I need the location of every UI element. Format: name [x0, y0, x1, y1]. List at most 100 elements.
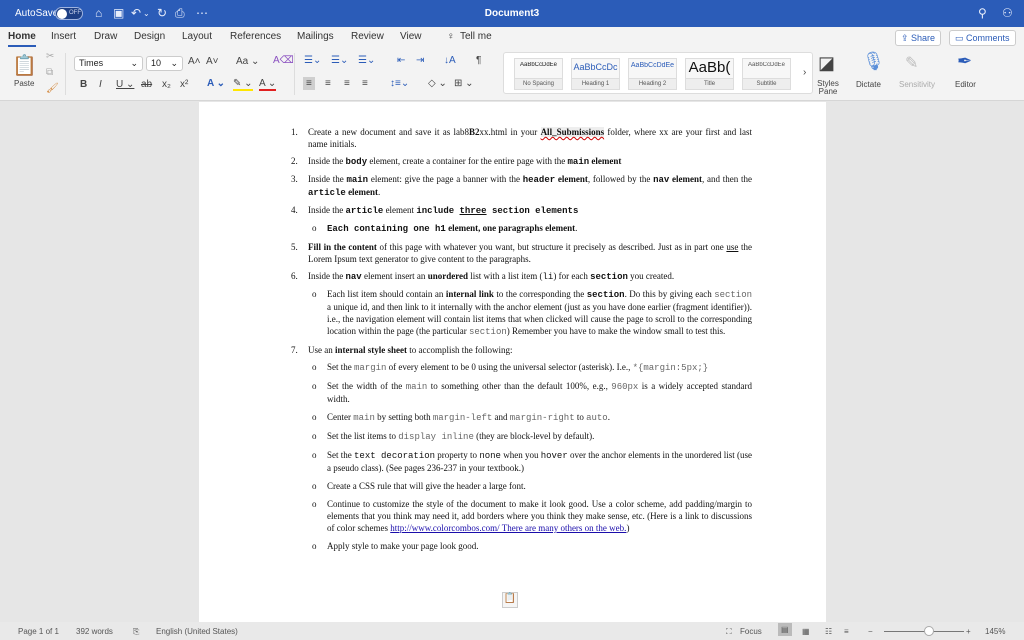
document-page[interactable]: 1. Create a new document and save it as l… — [199, 102, 826, 622]
text-run: header — [522, 175, 556, 185]
proofing-icon[interactable]: ⎘ — [133, 627, 139, 637]
style-subtitle[interactable]: AaBbCcDdEe Subtitle — [742, 58, 791, 90]
sort-icon[interactable]: ↓A — [444, 55, 456, 66]
page-count[interactable]: Page 1 of 1 — [18, 627, 59, 636]
link[interactable]: http://www.colorcombos.com/ There are ma… — [390, 523, 626, 533]
web-layout-icon[interactable]: ▦ — [802, 627, 810, 636]
zoom-level[interactable]: 145% — [985, 627, 1005, 636]
styles-pane-label[interactable]: Styles Pane — [816, 80, 840, 96]
tab-design[interactable]: Design — [134, 31, 165, 42]
language[interactable]: English (United States) — [156, 627, 238, 636]
style-no-spacing[interactable]: AaBbCcDdEe No Spacing — [514, 58, 563, 90]
tab-insert[interactable]: Insert — [51, 31, 76, 42]
strikethrough-icon[interactable]: ab — [141, 79, 152, 90]
borders-icon[interactable]: ⊞ ⌄ — [454, 78, 474, 89]
highlight-icon[interactable]: ✎ ⌄ — [233, 78, 253, 91]
sensitivity-label[interactable]: Sensitivity — [899, 80, 935, 89]
font-size-select[interactable]: 10 ⌄ — [146, 56, 183, 71]
text-run: main — [346, 175, 369, 185]
text-run: element — [589, 156, 622, 166]
tab-draw[interactable]: Draw — [94, 31, 117, 42]
align-right-icon[interactable]: ≡ — [344, 78, 350, 89]
tab-home[interactable]: Home — [8, 31, 36, 47]
text-run: internal style sheet — [335, 345, 407, 355]
comments-button[interactable]: ▭ Comments — [949, 30, 1016, 46]
text-run: B2 — [469, 127, 480, 137]
font-color-icon[interactable]: A ⌄ — [259, 78, 277, 91]
text-run: Set the — [327, 450, 355, 460]
focus-icon[interactable]: ⛶ — [726, 627, 732, 637]
tab-tell-me[interactable]: Tell me — [460, 31, 492, 42]
print-layout-icon[interactable]: ▤ — [778, 623, 792, 636]
align-center-icon[interactable]: ≡ — [325, 78, 331, 89]
numbering-icon[interactable]: ☰⌄ — [331, 55, 348, 66]
list-item: 3. Inside the main element: give the page… — [291, 173, 752, 199]
editor-label[interactable]: Editor — [955, 80, 976, 89]
bullet-icon: o — [312, 381, 317, 391]
copy-icon[interactable]: ⧉ — [46, 67, 53, 78]
styles-next-icon[interactable]: › — [803, 67, 806, 78]
text-effects-icon[interactable]: A ⌄ — [207, 78, 225, 89]
word-count[interactable]: 392 words — [76, 627, 113, 636]
paste-label[interactable]: Paste — [14, 79, 34, 88]
list-item: 4. Inside the article element include thr… — [291, 204, 752, 217]
align-left-icon[interactable]: ≡ — [303, 77, 315, 90]
item-number: 5. — [291, 242, 298, 252]
italic-icon[interactable]: I — [99, 79, 102, 90]
justify-icon[interactable]: ≡ — [362, 78, 368, 89]
ribbon: 📋 Paste ✂ ⧉ 🖌 Times ⌄ 10 ⌄ A˄ A˅ Aa ⌄ A⌫ B… — [0, 47, 1024, 101]
text-run: margin — [354, 363, 387, 373]
style-title[interactable]: AaBb(Title — [685, 58, 734, 90]
outline-icon[interactable]: ☷ — [825, 627, 832, 636]
style-name: Title — [686, 78, 733, 89]
clear-formatting-icon[interactable]: A⌫ — [273, 55, 294, 66]
collaborate-icon[interactable]: ⚇ — [1002, 6, 1013, 20]
paste-icon[interactable]: 📋 — [12, 53, 37, 78]
tab-review[interactable]: Review — [351, 31, 384, 42]
sensitivity-icon[interactable]: ✎ — [905, 53, 918, 73]
bullets-icon[interactable]: ☰⌄ — [304, 55, 321, 66]
increase-indent-icon[interactable]: ⇥ — [416, 55, 424, 66]
paste-options-icon[interactable]: 📋 — [502, 592, 518, 608]
tab-mailings[interactable]: Mailings — [297, 31, 334, 42]
font-name-select[interactable]: Times ⌄ — [74, 56, 143, 71]
underline-icon[interactable]: U ⌄ — [116, 79, 134, 90]
change-case-icon[interactable]: Aa ⌄ — [236, 56, 259, 67]
focus-button[interactable]: Focus — [740, 627, 762, 636]
bullet-icon: o — [312, 541, 317, 551]
microphone-icon[interactable]: 🎙 — [862, 51, 885, 72]
multilevel-list-icon[interactable]: ☰⌄ — [358, 55, 375, 66]
style-heading-1[interactable]: AaBbCcDc Heading 1 — [571, 58, 620, 90]
document-body[interactable]: 1. Create a new document and save it as l… — [291, 126, 752, 558]
text-run: when you — [500, 450, 541, 460]
bold-icon[interactable]: B — [80, 79, 87, 90]
line-spacing-icon[interactable]: ↕≡⌄ — [390, 78, 409, 89]
tab-references[interactable]: References — [230, 31, 281, 42]
cut-icon[interactable]: ✂ — [46, 51, 54, 62]
style-heading-2[interactable]: AaBbCcDdEe Heading 2 — [628, 58, 677, 90]
text-run: text decoration — [354, 451, 436, 461]
dictate-label[interactable]: Dictate — [856, 80, 881, 89]
item-number: 1. — [291, 127, 298, 137]
draft-icon[interactable]: ≡ — [844, 627, 849, 636]
tab-layout[interactable]: Layout — [182, 31, 212, 42]
text-run: . — [575, 223, 578, 233]
zoom-out-icon[interactable]: − — [868, 627, 873, 636]
zoom-slider-handle[interactable] — [924, 626, 934, 636]
subscript-icon[interactable]: x₂ — [162, 79, 171, 90]
styles-pane-icon[interactable]: ◪ — [818, 53, 835, 74]
decrease-indent-icon[interactable]: ⇤ — [397, 55, 405, 66]
shrink-font-icon[interactable]: A˅ — [206, 56, 219, 67]
text-run: unordered — [427, 271, 469, 281]
search-icon[interactable]: ⚲ — [978, 6, 987, 20]
format-painter-icon[interactable]: 🖌 — [46, 83, 59, 94]
zoom-in-icon[interactable]: + — [966, 627, 971, 636]
shading-icon[interactable]: ◇ ⌄ — [428, 78, 447, 89]
paragraph-marks-icon[interactable]: ¶ — [476, 55, 481, 66]
tab-view[interactable]: View — [400, 31, 422, 42]
text-run: . — [378, 187, 381, 197]
superscript-icon[interactable]: x² — [180, 79, 188, 90]
editor-icon[interactable]: ✒ — [957, 51, 972, 72]
grow-font-icon[interactable]: A˄ — [188, 56, 201, 67]
share-button[interactable]: ⇪ Share — [895, 30, 942, 46]
